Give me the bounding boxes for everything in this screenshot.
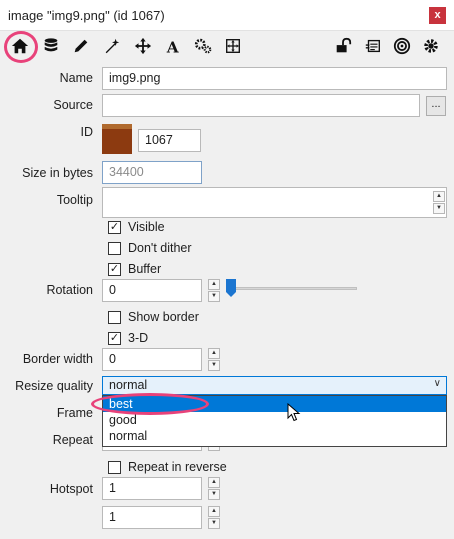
browse-button[interactable]: ... bbox=[426, 96, 446, 116]
hotspot-y-stepper[interactable]: ▲ ▼ bbox=[208, 506, 220, 529]
visible-check-icon[interactable]: ✓ bbox=[108, 220, 121, 234]
source-label: Source bbox=[53, 98, 93, 112]
resize-quality-dropdown: best good normal bbox=[102, 395, 447, 447]
tooltip-field[interactable] bbox=[102, 187, 447, 218]
buffer-label: Buffer bbox=[128, 262, 162, 276]
stepper-up-icon[interactable]: ▲ bbox=[208, 477, 220, 488]
database-icon[interactable] bbox=[40, 35, 62, 57]
buffer-check-icon[interactable]: ✓ bbox=[108, 262, 121, 276]
name-label: Name bbox=[59, 71, 93, 85]
dont-dither-label: Don't dither bbox=[128, 241, 192, 255]
repeat-reverse-label: Repeat in reverse bbox=[128, 460, 227, 474]
threed-label: 3-D bbox=[128, 331, 149, 345]
hotspot-label: Hotspot bbox=[49, 482, 93, 496]
rotation-slider-track[interactable] bbox=[226, 287, 357, 290]
show-border-checkbox[interactable]: Show border bbox=[108, 308, 199, 326]
script-icon[interactable] bbox=[362, 35, 384, 57]
id-field[interactable]: 1067 bbox=[138, 129, 201, 152]
hotspot-y-field[interactable]: 1 bbox=[102, 506, 202, 529]
stepper-down-icon[interactable]: ▼ bbox=[208, 518, 220, 529]
source-field[interactable] bbox=[102, 94, 420, 117]
stepper-up-icon[interactable]: ▲ bbox=[208, 506, 220, 517]
id-label: ID bbox=[80, 125, 94, 139]
toolbar: A bbox=[0, 31, 454, 63]
tooltip-label: Tooltip bbox=[56, 193, 93, 207]
show-border-label: Show border bbox=[128, 310, 199, 324]
stepper-down-icon[interactable]: ▼ bbox=[208, 291, 220, 302]
rotation-stepper[interactable]: ▲ ▼ bbox=[208, 279, 220, 302]
visible-checkbox[interactable]: ✓ Visible bbox=[108, 218, 165, 236]
image-thumbnail bbox=[102, 124, 132, 154]
magic-wand-icon[interactable] bbox=[101, 35, 123, 57]
resize-icon[interactable] bbox=[222, 35, 244, 57]
visible-label: Visible bbox=[128, 220, 165, 234]
stepper-up-icon[interactable]: ▲ bbox=[208, 279, 220, 290]
stepper-down-icon[interactable]: ▼ bbox=[208, 360, 220, 371]
hotspot-x-stepper[interactable]: ▲ ▼ bbox=[208, 477, 220, 500]
rotation-field[interactable]: 0 bbox=[102, 279, 202, 302]
rotation-label: Rotation bbox=[46, 283, 93, 297]
buffer-checkbox[interactable]: ✓ Buffer bbox=[108, 260, 161, 278]
dont-dither-checkbox[interactable]: Don't dither bbox=[108, 239, 192, 257]
mouse-cursor-icon bbox=[287, 403, 301, 422]
home-icon[interactable] bbox=[9, 35, 31, 57]
scroll-up-icon[interactable]: ▲ bbox=[433, 191, 445, 202]
dont-dither-box[interactable] bbox=[108, 241, 121, 255]
repeat-label: Repeat bbox=[52, 433, 93, 447]
lock-icon[interactable] bbox=[332, 35, 354, 57]
resize-quality-value: normal bbox=[109, 378, 148, 392]
option-good[interactable]: good bbox=[103, 412, 446, 428]
stepper-down-icon[interactable]: ▼ bbox=[208, 489, 220, 500]
threed-checkbox[interactable]: ✓ 3-D bbox=[108, 329, 148, 347]
move-icon[interactable] bbox=[132, 35, 154, 57]
frame-label: Frame bbox=[56, 406, 93, 420]
size-field: 34400 bbox=[102, 161, 202, 184]
size-label: Size in bytes bbox=[22, 166, 93, 180]
font-icon[interactable]: A bbox=[162, 35, 184, 57]
hotspot-x-field[interactable]: 1 bbox=[102, 477, 202, 500]
svg-text:A: A bbox=[166, 38, 180, 55]
chevron-down-icon[interactable]: ∨ bbox=[434, 378, 441, 389]
title-bar: image "img9.png" (id 1067) x bbox=[0, 0, 454, 31]
option-normal[interactable]: normal bbox=[103, 428, 446, 444]
threed-check-icon[interactable]: ✓ bbox=[108, 331, 121, 345]
border-width-field[interactable]: 0 bbox=[102, 348, 202, 371]
option-best[interactable]: best bbox=[103, 396, 446, 412]
tooltip-scroll[interactable]: ▲ ▼ bbox=[433, 191, 445, 214]
close-button[interactable]: x bbox=[429, 7, 446, 24]
pencil-icon[interactable] bbox=[70, 35, 92, 57]
target-icon[interactable] bbox=[391, 35, 413, 57]
rotation-slider-thumb[interactable] bbox=[226, 279, 236, 297]
name-field[interactable]: img9.png bbox=[102, 67, 447, 90]
repeat-reverse-box[interactable] bbox=[108, 460, 121, 474]
border-width-stepper[interactable]: ▲ ▼ bbox=[208, 348, 220, 371]
border-width-label: Border width bbox=[22, 352, 93, 366]
scroll-down-icon[interactable]: ▼ bbox=[433, 203, 445, 214]
resize-quality-label: Resize quality bbox=[15, 379, 93, 393]
show-border-box[interactable] bbox=[108, 310, 121, 324]
gears-icon[interactable] bbox=[192, 35, 214, 57]
repeat-reverse-checkbox[interactable]: Repeat in reverse bbox=[108, 458, 227, 476]
window-title: image "img9.png" (id 1067) bbox=[8, 8, 165, 23]
settings-icon[interactable] bbox=[420, 35, 442, 57]
resize-quality-select[interactable]: normal ∨ bbox=[102, 376, 447, 395]
stepper-up-icon[interactable]: ▲ bbox=[208, 348, 220, 359]
